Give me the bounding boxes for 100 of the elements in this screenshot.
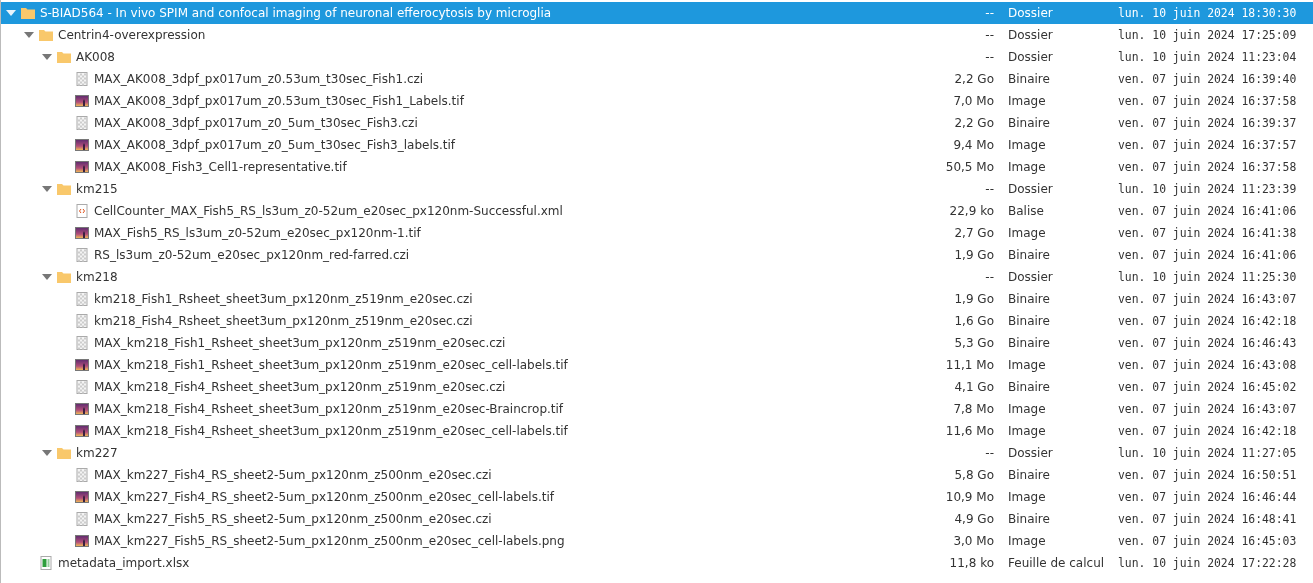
file-type: Binaire <box>1007 380 1051 394</box>
tree-row[interactable]: MAX_km227_Fish4_RS_sheet2-5um_px120nm_z500nm_e20sec.czi 5,8 Go Binaire ven. 07 juin 2024 16:50:51 <box>1 464 1313 486</box>
tree-row[interactable]: km218_Fish1_Rsheet_sheet3um_px120nm_z519nm_e20sec.czi 1,9 Go Binaire ven. 07 juin 2024 16:43:07 <box>1 288 1313 310</box>
modified-date: ven. 07 juin 2024 16:46:44 <box>1118 490 1298 504</box>
tree-row[interactable]: km215 -- Dossier lun. 10 juin 2024 11:23:39 <box>1 178 1313 200</box>
file-type: Image <box>1007 358 1047 372</box>
modified-date: ven. 07 juin 2024 16:41:06 <box>1118 204 1298 218</box>
modified-date: ven. 07 juin 2024 16:43:07 <box>1118 402 1298 416</box>
file-type: Image <box>1007 160 1047 174</box>
file-size: 5,3 Go <box>954 336 994 350</box>
file-type: Image <box>1007 402 1047 416</box>
file-type: Balise <box>1007 204 1045 218</box>
modified-date: ven. 07 juin 2024 16:39:40 <box>1118 72 1298 86</box>
tree-row[interactable]: MAX_AK008_3dpf_px017um_z0_5um_t30sec_Fish3_labels.tif 9,4 Mo Image ven. 07 juin 2024 16:37:57 <box>1 134 1313 156</box>
file-type: Binaire <box>1007 314 1051 328</box>
file-name: MAX_km218_Fish1_Rsheet_sheet3um_px120nm_z519nm_e20sec_cell-labels.tif <box>94 358 568 372</box>
file-name: km218 <box>76 270 118 284</box>
file-size: 2,2 Go <box>954 116 994 130</box>
modified-date: ven. 07 juin 2024 16:43:08 <box>1118 358 1298 372</box>
folder-icon <box>21 6 35 20</box>
file-size: 4,1 Go <box>954 380 994 394</box>
file-name: km215 <box>76 182 118 196</box>
file-name: km218_Fish1_Rsheet_sheet3um_px120nm_z519nm_e20sec.czi <box>94 292 473 306</box>
file-type: Feuille de calcul <box>1007 556 1106 570</box>
modified-date: lun. 10 juin 2024 17:22:28 <box>1118 556 1298 570</box>
file-name: MAX_km218_Fish4_Rsheet_sheet3um_px120nm_z519nm_e20sec.czi <box>94 380 506 394</box>
file-type: Dossier <box>1007 28 1054 42</box>
tree-row[interactable]: MAX_km227_Fish4_RS_sheet2-5um_px120nm_z500nm_e20sec_cell-labels.tif 10,9 Mo Image ven. 07 juin 2024 16:46:44 <box>1 486 1313 508</box>
file-name: MAX_AK008_3dpf_px017um_z0_5um_t30sec_Fish3_labels.tif <box>94 138 456 152</box>
file-size: -- <box>985 182 994 196</box>
modified-date: lun. 10 juin 2024 11:23:04 <box>1118 50 1298 64</box>
image-icon <box>75 424 89 438</box>
file-name: MAX_km218_Fish4_Rsheet_sheet3um_px120nm_z519nm_e20sec_cell-labels.tif <box>94 424 568 438</box>
file-size: 11,6 Mo <box>945 424 994 438</box>
tree-row[interactable]: MAX_km227_Fish5_RS_sheet2-5um_px120nm_z500nm_e20sec_cell-labels.png 3,0 Mo Image ven. 07 juin 2024 16:45:03 <box>1 530 1313 552</box>
file-name: metadata_import.xlsx <box>58 556 190 570</box>
file-name: MAX_AK008_3dpf_px017um_z0.53um_t30sec_Fish1.czi <box>94 72 424 86</box>
modified-date: ven. 07 juin 2024 16:45:03 <box>1118 534 1298 548</box>
modified-date: ven. 07 juin 2024 16:42:18 <box>1118 424 1298 438</box>
tree-row[interactable]: AK008 -- Dossier lun. 10 juin 2024 11:23:04 <box>1 46 1313 68</box>
file-name: MAX_AK008_Fish3_Cell1-representative.tif <box>94 160 347 174</box>
tree-row[interactable]: MAX_km218_Fish4_Rsheet_sheet3um_px120nm_z519nm_e20sec-Braincrop.tif 7,8 Mo Image ven. 07 juin 2024 16:43:07 <box>1 398 1313 420</box>
file-size: 3,0 Mo <box>953 534 994 548</box>
tree-row[interactable]: MAX_AK008_Fish3_Cell1-representative.tif 50,5 Mo Image ven. 07 juin 2024 16:37:58 <box>1 156 1313 178</box>
file-type: Image <box>1007 424 1047 438</box>
file-size: 1,9 Go <box>954 292 994 306</box>
modified-date: ven. 07 juin 2024 16:43:07 <box>1118 292 1298 306</box>
file-name: MAX_AK008_3dpf_px017um_z0_5um_t30sec_Fish3.czi <box>94 116 418 130</box>
file-size: -- <box>985 446 994 460</box>
modified-date: ven. 07 juin 2024 16:37:58 <box>1118 160 1298 174</box>
tree-row[interactable]: metadata_import.xlsx 11,8 ko Feuille de calcul lun. 10 juin 2024 17:22:28 <box>1 552 1313 574</box>
file-type: Image <box>1007 138 1047 152</box>
file-type: Image <box>1007 226 1047 240</box>
tree-row[interactable]: km227 -- Dossier lun. 10 juin 2024 11:27:05 <box>1 442 1313 464</box>
tree-row[interactable]: MAX_km218_Fish4_Rsheet_sheet3um_px120nm_z519nm_e20sec_cell-labels.tif 11,6 Mo Image ven. 07 juin 2024 16:42:18 <box>1 420 1313 442</box>
modified-date: ven. 07 juin 2024 16:41:06 <box>1118 248 1298 262</box>
file-size: 1,6 Go <box>954 314 994 328</box>
tree-row[interactable]: MAX_km227_Fish5_RS_sheet2-5um_px120nm_z500nm_e20sec.czi 4,9 Go Binaire ven. 07 juin 2024 16:48:41 <box>1 508 1313 530</box>
tree-row[interactable]: CellCounter_MAX_Fish5_RS_ls3um_z0-52um_e20sec_px120nm-Successful.xml 22,9 ko Balise ven. 07 juin 2024 16:41:06 <box>1 200 1313 222</box>
tree-row[interactable]: MAX_AK008_3dpf_px017um_z0_5um_t30sec_Fish3.czi 2,2 Go Binaire ven. 07 juin 2024 16:39:37 <box>1 112 1313 134</box>
tree-row[interactable]: MAX_AK008_3dpf_px017um_z0.53um_t30sec_Fish1_Labels.tif 7,0 Mo Image ven. 07 juin 2024 16:37:58 <box>1 90 1313 112</box>
file-size: 9,4 Mo <box>953 138 994 152</box>
file-type: Dossier <box>1007 446 1054 460</box>
tree-row[interactable]: RS_ls3um_z0-52um_e20sec_px120nm_red-farred.czi 1,9 Go Binaire ven. 07 juin 2024 16:41:06 <box>1 244 1313 266</box>
image-icon <box>75 160 89 174</box>
tree-row[interactable]: km218_Fish4_Rsheet_sheet3um_px120nm_z519nm_e20sec.czi 1,6 Go Binaire ven. 07 juin 2024 16:42:18 <box>1 310 1313 332</box>
file-size: 2,2 Go <box>954 72 994 86</box>
file-icon <box>75 380 89 394</box>
file-type: Binaire <box>1007 336 1051 350</box>
file-icon <box>75 72 89 86</box>
file-name: S-BIAD564 - In vivo SPIM and confocal imaging of neuronal efferocytosis by microglia <box>40 6 552 20</box>
tree-row[interactable]: MAX_km218_Fish1_Rsheet_sheet3um_px120nm_z519nm_e20sec_cell-labels.tif 11,1 Mo Image ven. 07 juin 2024 16:43:08 <box>1 354 1313 376</box>
tree-row[interactable]: Centrin4-overexpression -- Dossier lun. 10 juin 2024 17:25:09 <box>1 24 1313 46</box>
file-name: RS_ls3um_z0-52um_e20sec_px120nm_red-farred.czi <box>94 248 410 262</box>
modified-date: ven. 07 juin 2024 16:37:57 <box>1118 138 1298 152</box>
file-icon <box>75 314 89 328</box>
file-size: 4,9 Go <box>954 512 994 526</box>
tree-row[interactable]: MAX_AK008_3dpf_px017um_z0.53um_t30sec_Fish1.czi 2,2 Go Binaire ven. 07 juin 2024 16:39:40 <box>1 68 1313 90</box>
modified-date: ven. 07 juin 2024 16:50:51 <box>1118 468 1298 482</box>
tree-row[interactable]: MAX_Fish5_RS_ls3um_z0-52um_e20sec_px120nm-1.tif 2,7 Go Image ven. 07 juin 2024 16:41:38 <box>1 222 1313 244</box>
image-icon <box>75 138 89 152</box>
modified-date: ven. 07 juin 2024 16:42:18 <box>1118 314 1298 328</box>
file-size: -- <box>985 28 994 42</box>
modified-date: ven. 07 juin 2024 16:48:41 <box>1118 512 1298 526</box>
file-type: Image <box>1007 534 1047 548</box>
tree-row[interactable]: km218 -- Dossier lun. 10 juin 2024 11:25:30 <box>1 266 1313 288</box>
file-type: Dossier <box>1007 270 1054 284</box>
file-size: 1,9 Go <box>954 248 994 262</box>
file-name: MAX_km218_Fish1_Rsheet_sheet3um_px120nm_z519nm_e20sec.czi <box>94 336 506 350</box>
tree-row[interactable]: MAX_km218_Fish1_Rsheet_sheet3um_px120nm_z519nm_e20sec.czi 5,3 Go Binaire ven. 07 juin 2024 16:46:43 <box>1 332 1313 354</box>
file-size: 22,9 ko <box>949 204 994 218</box>
modified-date: lun. 10 juin 2024 17:25:09 <box>1118 28 1298 42</box>
file-name: MAX_km227_Fish4_RS_sheet2-5um_px120nm_z500nm_e20sec_cell-labels.tif <box>94 490 554 504</box>
tree-row[interactable]: MAX_km218_Fish4_Rsheet_sheet3um_px120nm_z519nm_e20sec.czi 4,1 Go Binaire ven. 07 juin 2024 16:45:02 <box>1 376 1313 398</box>
modified-date: lun. 10 juin 2024 11:23:39 <box>1118 182 1298 196</box>
file-size: 5,8 Go <box>954 468 994 482</box>
image-icon <box>75 534 89 548</box>
file-icon <box>75 336 89 350</box>
file-name: Centrin4-overexpression <box>58 28 206 42</box>
file-size: 11,1 Mo <box>945 358 994 372</box>
